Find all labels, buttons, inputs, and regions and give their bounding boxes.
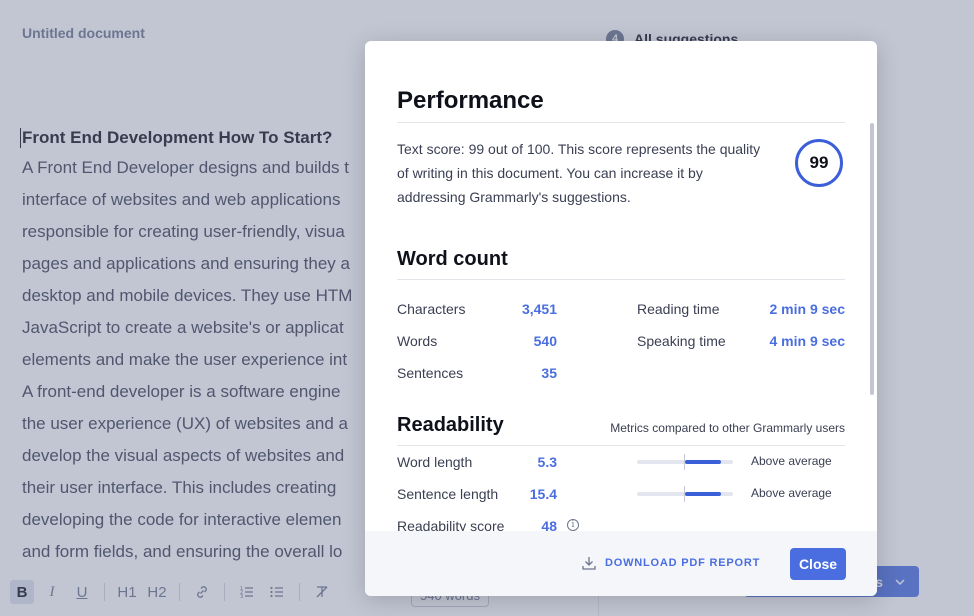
sentence-length-bar-fill xyxy=(685,492,722,496)
modal-title: Performance xyxy=(397,87,544,114)
score-description: Text score: 99 out of 100. This score re… xyxy=(397,141,761,205)
characters-value: 3,451 xyxy=(521,301,557,317)
modal-content: Performance Text score: 99 out of 100. T… xyxy=(365,41,877,534)
modal-scrollbar[interactable] xyxy=(870,123,874,395)
readability-title: Readability xyxy=(397,414,504,436)
section-divider xyxy=(397,279,845,280)
average-marker xyxy=(684,454,685,470)
section-divider xyxy=(397,445,845,446)
characters-label: Characters xyxy=(397,301,466,317)
sentence-length-label: Sentence length xyxy=(397,486,499,502)
average-marker xyxy=(684,486,685,502)
word-length-value: 5.3 xyxy=(537,454,557,470)
words-value: 540 xyxy=(533,333,557,349)
close-button[interactable]: Close xyxy=(790,548,846,580)
reading-time-value: 2 min 9 sec xyxy=(769,301,846,317)
sentences-value: 35 xyxy=(541,365,557,381)
speaking-time-value: 4 min 9 sec xyxy=(769,333,846,349)
reading-time-label: Reading time xyxy=(637,301,720,317)
section-divider xyxy=(397,122,845,123)
modal-footer: DOWNLOAD PDF REPORT Close xyxy=(365,531,877,596)
word-length-comparison: Above average xyxy=(751,454,832,468)
info-icon[interactable]: i xyxy=(567,519,579,531)
words-label: Words xyxy=(397,333,438,349)
score-value: 99 xyxy=(809,153,829,172)
download-pdf-label: DOWNLOAD PDF REPORT xyxy=(605,557,761,569)
speaking-time-label: Speaking time xyxy=(637,333,726,349)
download-pdf-button[interactable]: DOWNLOAD PDF REPORT xyxy=(581,555,760,571)
sentence-length-bar xyxy=(637,486,733,502)
word-length-label: Word length xyxy=(397,454,473,470)
download-icon xyxy=(582,557,596,570)
sentence-length-value: 15.4 xyxy=(529,486,557,502)
sentences-label: Sentences xyxy=(397,365,464,381)
readability-note: Metrics compared to other Grammarly user… xyxy=(610,421,845,435)
word-count-title: Word count xyxy=(397,248,508,270)
performance-modal: Performance Text score: 99 out of 100. T… xyxy=(365,41,877,596)
score-ring: 99 xyxy=(795,139,843,187)
sentence-length-comparison: Above average xyxy=(751,486,832,500)
word-length-bar xyxy=(637,454,733,470)
word-length-bar-fill xyxy=(685,460,722,464)
